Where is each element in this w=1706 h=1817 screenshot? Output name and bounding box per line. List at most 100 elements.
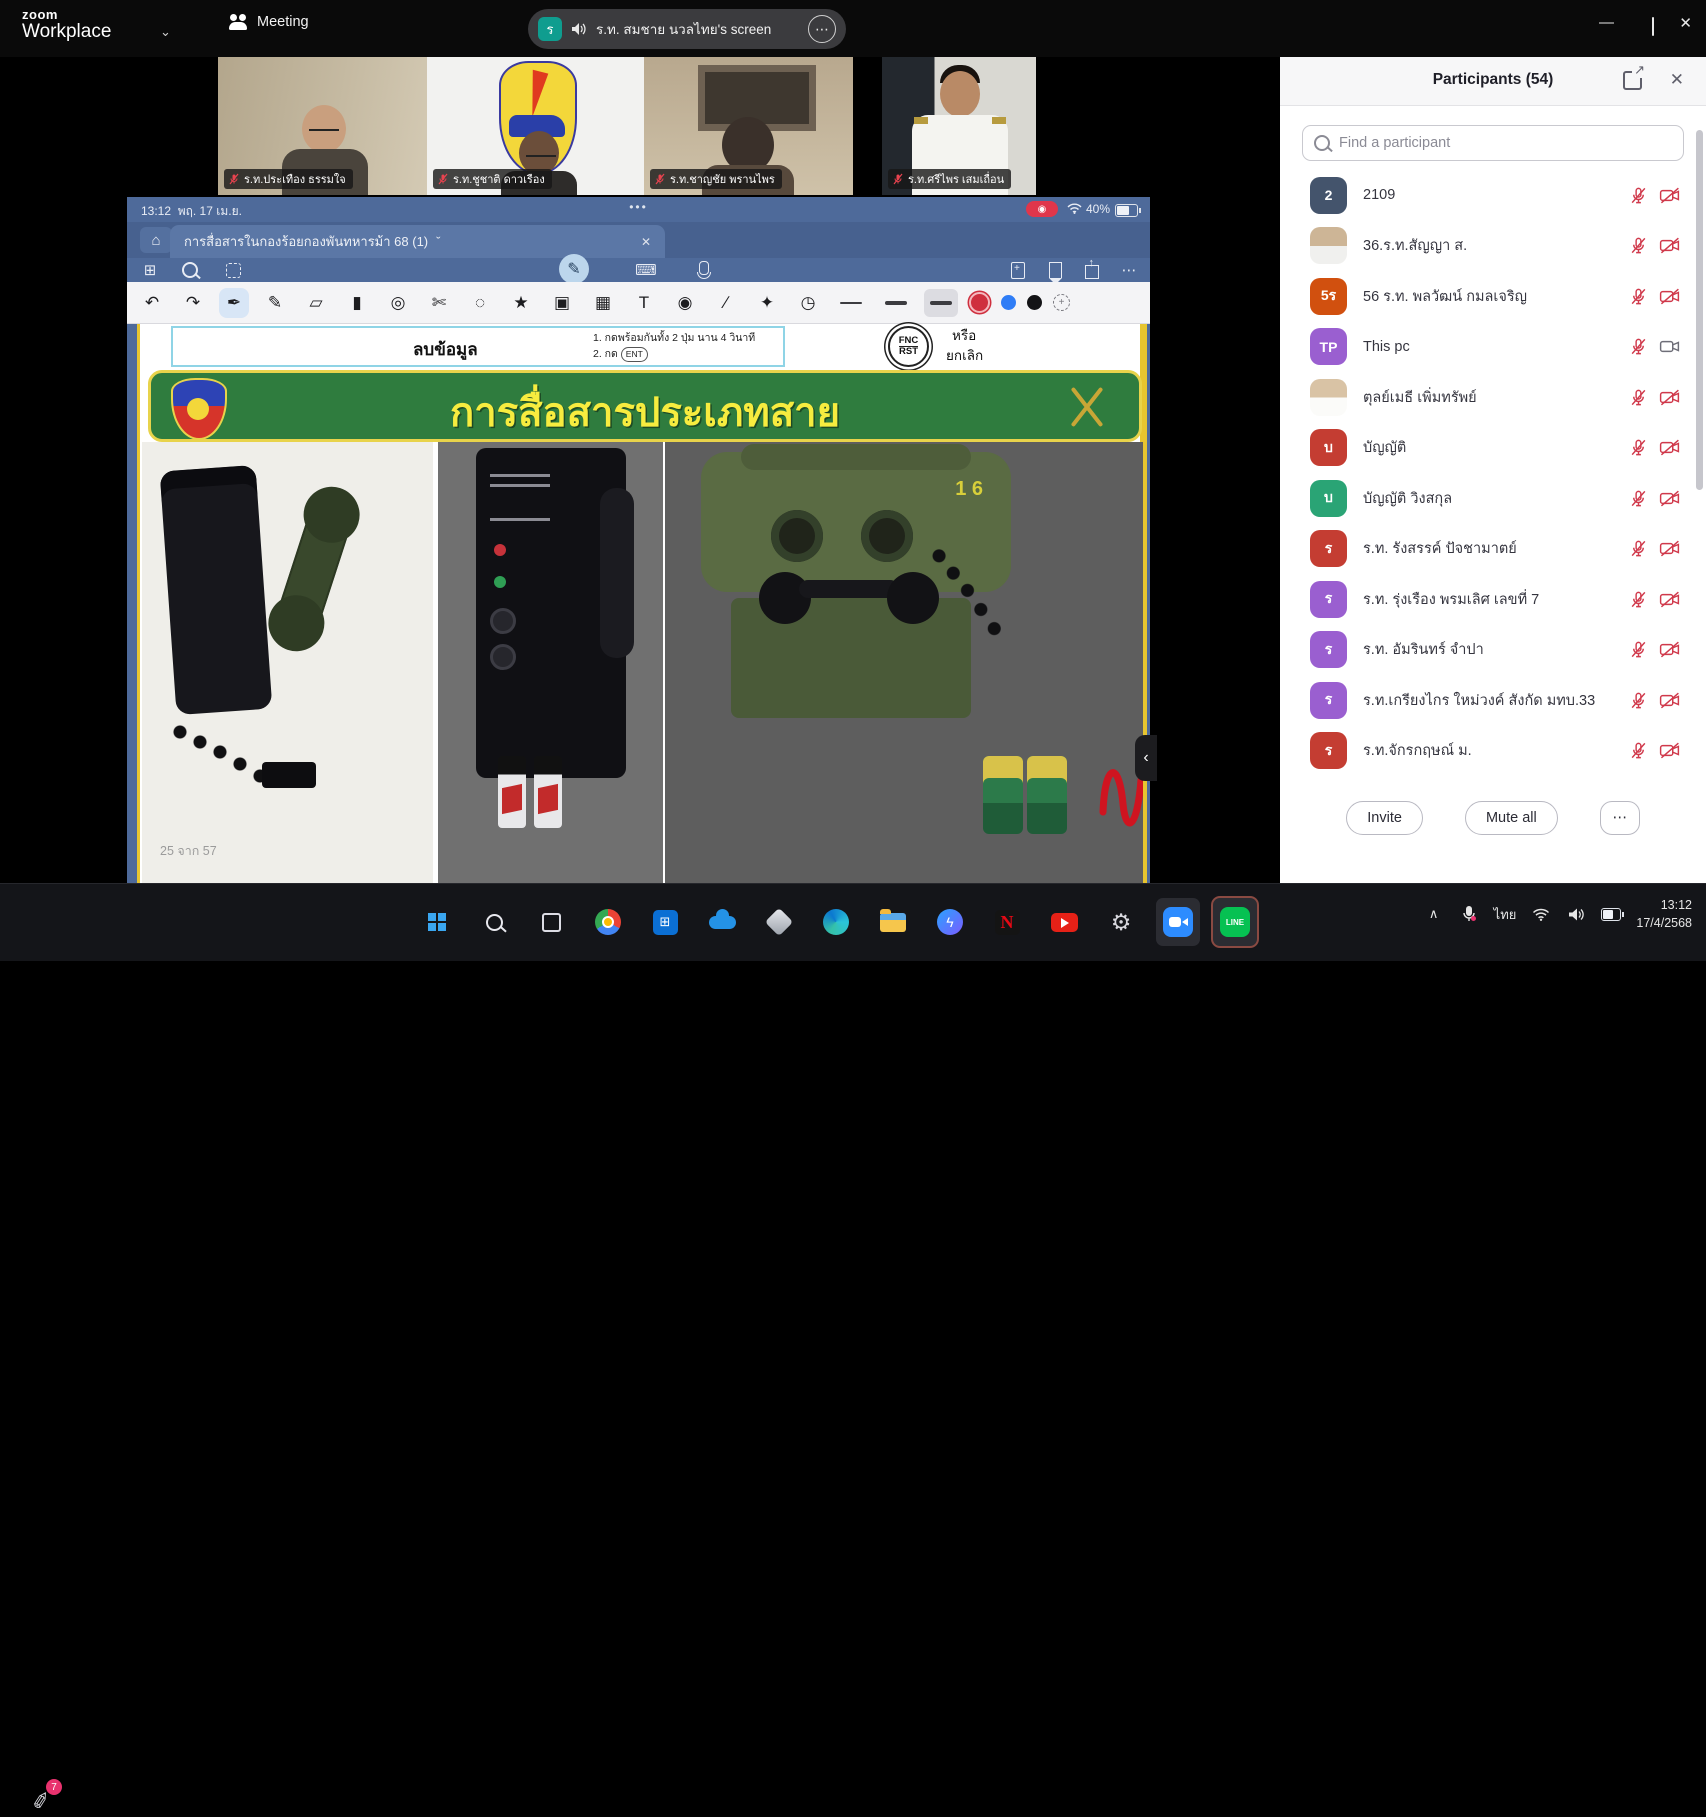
participant-row[interactable]: ร ร.ท.เกรียงไกร ใหม่วงค์ สังกัด มทบ.33 xyxy=(1280,675,1706,726)
participant-row[interactable]: ร ร.ท. รังสรรค์ ปัจชามาตย์ xyxy=(1280,524,1706,575)
close-button[interactable]: ✕ xyxy=(1679,14,1692,32)
participants-list[interactable]: 2 2109 36.ร.ท.สัญญา ส. 5ร xyxy=(1280,170,1706,794)
pen-mode-button[interactable]: ✎ xyxy=(559,254,589,284)
tool-icon[interactable]: ◌ xyxy=(465,288,495,318)
task-view-button[interactable] xyxy=(529,898,573,946)
zoom-app-icon[interactable] xyxy=(1156,898,1200,946)
color-black[interactable] xyxy=(1027,295,1042,310)
video-off-icon[interactable] xyxy=(1659,186,1680,205)
mic-muted-icon[interactable] xyxy=(1629,741,1648,760)
video-tile[interactable]: ร.ท.ชาญชัย พรานไพร xyxy=(644,57,853,195)
edge-icon[interactable] xyxy=(814,898,858,946)
participant-row[interactable]: ร ร.ท.จักรกฤษณ์ ม. xyxy=(1280,726,1706,777)
video-tile[interactable]: ร.ท.ประเทือง ธรรมใจ xyxy=(218,57,427,195)
mic-muted-icon[interactable] xyxy=(1629,691,1648,710)
share-icon[interactable] xyxy=(1081,259,1103,281)
tool-icon[interactable]: ↷ xyxy=(178,288,208,318)
start-button[interactable] xyxy=(415,898,459,946)
messenger-icon[interactable]: ϟ xyxy=(928,898,972,946)
tray-chevron-up-icon[interactable]: ∧ xyxy=(1424,904,1444,924)
participant-row[interactable]: บ บัญญัติ xyxy=(1280,423,1706,474)
3d-viewer-icon[interactable] xyxy=(757,898,801,946)
participant-row[interactable]: ร ร.ท. อัมรินทร์ จำปา xyxy=(1280,625,1706,676)
video-off-icon[interactable] xyxy=(1659,640,1680,659)
bookmark-icon[interactable] xyxy=(1044,259,1066,281)
stroke-thick[interactable] xyxy=(924,289,958,317)
chrome-icon[interactable] xyxy=(586,898,630,946)
minimize-button[interactable]: — xyxy=(1599,14,1614,31)
search-button[interactable] xyxy=(472,898,516,946)
tray-volume-icon[interactable] xyxy=(1566,904,1586,924)
language-indicator[interactable]: ไทย xyxy=(1494,904,1517,925)
tool-icon[interactable]: ▦ xyxy=(588,288,618,318)
youtube-icon[interactable] xyxy=(1042,898,1086,946)
mic-muted-icon[interactable] xyxy=(1629,388,1648,407)
tool-icon[interactable]: T xyxy=(629,288,659,318)
participant-row[interactable]: ตุลย์เมธี เพิ่มทรัพย์ xyxy=(1280,372,1706,423)
video-off-icon[interactable] xyxy=(1659,590,1680,609)
close-panel-icon[interactable]: ✕ xyxy=(1670,70,1684,90)
pen-notification-icon[interactable]: ✐7 xyxy=(28,1779,62,1817)
video-off-icon[interactable] xyxy=(1659,236,1680,255)
video-off-icon[interactable] xyxy=(1659,388,1680,407)
tool-icon[interactable]: ✎ xyxy=(260,288,290,318)
file-explorer-icon[interactable] xyxy=(871,898,915,946)
microphone-icon[interactable] xyxy=(693,259,715,281)
participant-row[interactable]: 36.ร.ท.สัญญา ส. xyxy=(1280,221,1706,272)
mic-muted-icon[interactable] xyxy=(1629,438,1648,457)
tool-icon[interactable]: ✦ xyxy=(752,288,782,318)
participant-row[interactable]: TP This pc xyxy=(1280,322,1706,373)
invite-button[interactable]: Invite xyxy=(1346,801,1423,835)
tray-mic-icon[interactable] xyxy=(1459,904,1479,924)
tab-close-icon[interactable]: ✕ xyxy=(641,235,651,249)
video-tile[interactable]: ร.ท.ศรีไพร เสมเถื่อน xyxy=(882,57,1036,195)
tool-icon[interactable]: ◉ xyxy=(670,288,700,318)
workspace-chevron-down-icon[interactable]: ⌄ xyxy=(160,24,171,40)
tray-clock[interactable]: 13:1217/4/2568 xyxy=(1636,896,1692,932)
participant-row[interactable]: 2 2109 xyxy=(1280,170,1706,221)
stroke-medium[interactable] xyxy=(879,289,913,317)
video-off-icon[interactable] xyxy=(1659,287,1680,306)
video-tile[interactable]: ร.ท.ชูชาติ ดาวเรือง xyxy=(427,57,644,195)
tray-wifi-icon[interactable] xyxy=(1531,904,1551,924)
tool-icon[interactable]: ▣ xyxy=(547,288,577,318)
video-off-icon[interactable] xyxy=(1659,438,1680,457)
add-page-icon[interactable] xyxy=(1007,259,1029,281)
video-off-icon[interactable] xyxy=(1659,489,1680,508)
search-icon[interactable] xyxy=(179,259,201,281)
keyboard-icon[interactable]: ⌨ xyxy=(635,259,657,281)
video-on-icon[interactable] xyxy=(1659,337,1680,356)
tool-icon[interactable]: ↶ xyxy=(137,288,167,318)
screenshot-icon[interactable] xyxy=(222,259,244,281)
color-blue[interactable] xyxy=(1001,295,1016,310)
participant-row[interactable]: บ บัญญัติ วิงสกุล xyxy=(1280,473,1706,524)
tool-icon[interactable]: ✒ xyxy=(219,288,249,318)
pop-out-icon[interactable] xyxy=(1623,71,1642,90)
mic-muted-icon[interactable] xyxy=(1629,640,1648,659)
tool-icon[interactable]: ◷ xyxy=(793,288,823,318)
mic-muted-icon[interactable] xyxy=(1629,337,1648,356)
tool-icon[interactable]: ★ xyxy=(506,288,536,318)
collapse-panel-handle[interactable]: ‹ xyxy=(1135,735,1157,781)
video-off-icon[interactable] xyxy=(1659,539,1680,558)
search-input[interactable]: Find a participant xyxy=(1302,125,1684,161)
scrollbar[interactable] xyxy=(1696,130,1703,490)
home-button[interactable]: ⌂ xyxy=(140,227,172,253)
color-red-selected[interactable] xyxy=(969,292,990,313)
mic-muted-icon[interactable] xyxy=(1629,287,1648,306)
screen-share-indicator[interactable]: ร ร.ท. สมชาย นวลไทย's screen ⋯ xyxy=(528,9,846,49)
grid-view-icon[interactable]: ⊞ xyxy=(139,259,161,281)
color-add[interactable]: + xyxy=(1053,294,1070,311)
screen-recording-indicator[interactable]: ◉ xyxy=(1026,201,1058,217)
mic-muted-icon[interactable] xyxy=(1629,539,1648,558)
mic-muted-icon[interactable] xyxy=(1629,590,1648,609)
mic-muted-icon[interactable] xyxy=(1629,489,1648,508)
video-off-icon[interactable] xyxy=(1659,741,1680,760)
video-off-icon[interactable] xyxy=(1659,691,1680,710)
document-tab[interactable]: การสื่อสารในกองร้อยกองพันทหารม้า 68 (1) … xyxy=(170,225,665,258)
tray-battery-icon[interactable] xyxy=(1601,904,1621,924)
more-options-icon[interactable]: ⋯ xyxy=(1118,259,1140,281)
tool-icon[interactable]: ✄ xyxy=(424,288,454,318)
restore-button[interactable] xyxy=(1652,18,1654,35)
tool-icon[interactable]: ▮ xyxy=(342,288,372,318)
